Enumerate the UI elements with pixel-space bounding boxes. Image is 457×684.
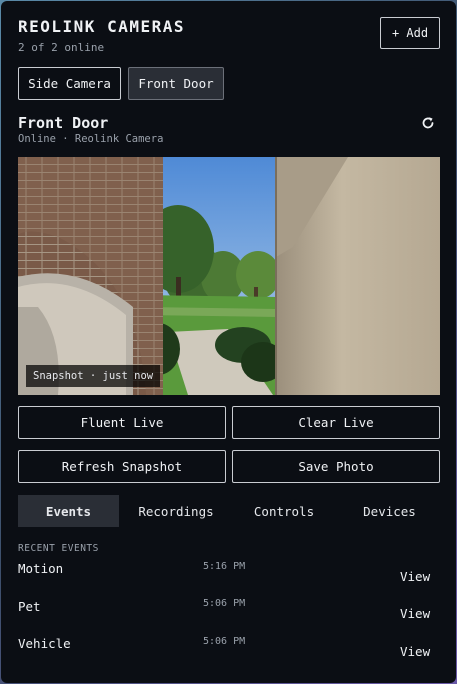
- camera-tab-front-door[interactable]: Front Door: [128, 67, 224, 100]
- tab-recordings[interactable]: Recordings: [123, 495, 229, 527]
- event-time: 5:06 PM: [203, 636, 246, 647]
- event-view-button[interactable]: View: [400, 606, 430, 621]
- fluent-live-button[interactable]: Fluent Live: [18, 406, 226, 439]
- camera-status: Online · Reolink Camera: [18, 133, 164, 145]
- online-count: 2 of 2 online: [18, 41, 105, 54]
- tab-devices[interactable]: Devices: [339, 495, 440, 527]
- tab-controls[interactable]: Controls: [233, 495, 335, 527]
- refresh-icon[interactable]: [421, 116, 435, 130]
- event-time: 5:06 PM: [203, 598, 246, 609]
- add-camera-button[interactable]: + Add: [380, 17, 440, 49]
- camera-snapshot-image: [18, 157, 440, 395]
- recent-events-heading: RECENT EVENTS: [18, 543, 99, 554]
- camera-name: Front Door: [18, 114, 109, 132]
- event-type: Motion: [18, 561, 64, 576]
- event-view-button[interactable]: View: [400, 644, 430, 659]
- app-title: REOLINK CAMERAS: [18, 17, 185, 36]
- snapshot-timestamp-badge: Snapshot · just now: [26, 365, 161, 387]
- clear-live-button[interactable]: Clear Live: [232, 406, 440, 439]
- event-type: Vehicle: [18, 636, 71, 651]
- event-time: 5:16 PM: [203, 561, 246, 572]
- tab-events[interactable]: Events: [18, 495, 119, 527]
- refresh-snapshot-button[interactable]: Refresh Snapshot: [18, 450, 226, 483]
- event-type: Pet: [18, 599, 41, 614]
- camera-tab-side-camera[interactable]: Side Camera: [18, 67, 121, 100]
- camera-panel: REOLINK CAMERAS 2 of 2 online + Add Side…: [1, 1, 456, 683]
- event-view-button[interactable]: View: [400, 569, 430, 584]
- save-photo-button[interactable]: Save Photo: [232, 450, 440, 483]
